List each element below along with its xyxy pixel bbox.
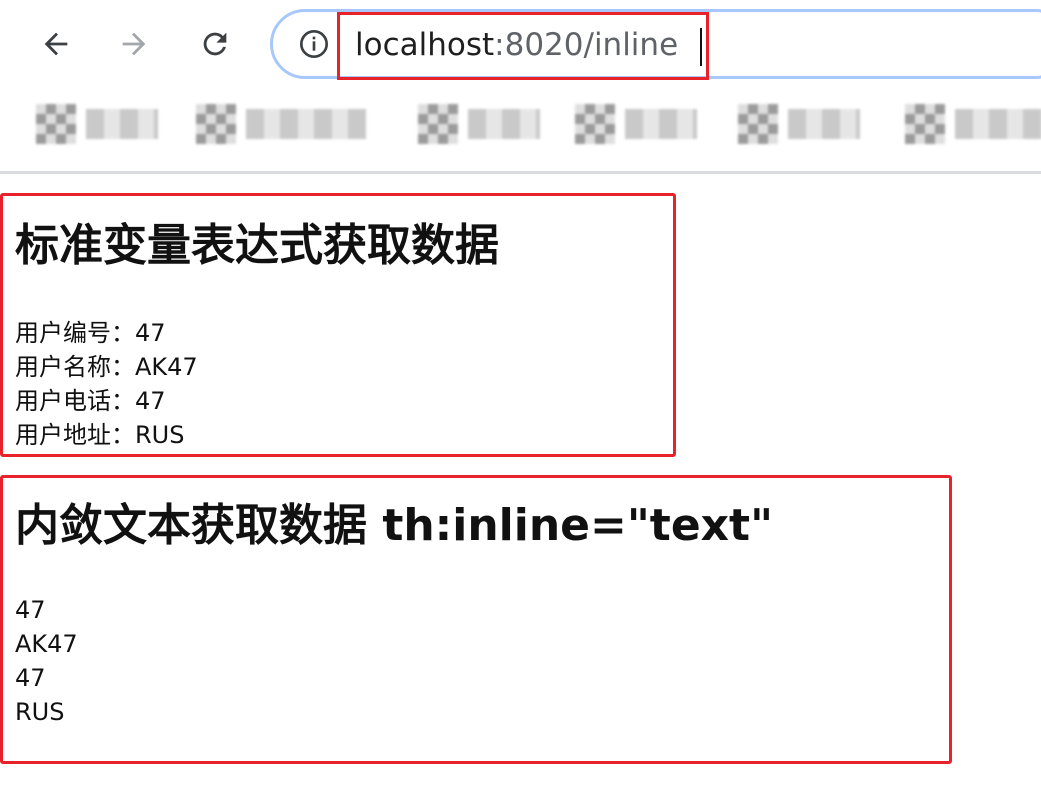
info-icon[interactable] (298, 28, 330, 60)
user-address-line: 用户地址：RUS (15, 421, 185, 449)
toolbar-divider (0, 171, 1041, 174)
value-line: AK47 (15, 630, 78, 658)
blurred-bookmark-icon (905, 104, 945, 144)
url-highlight-box (337, 12, 709, 80)
blurred-bookmark-label (955, 109, 1041, 139)
blurred-bookmark-icon (575, 104, 615, 144)
bookmark-item[interactable] (575, 96, 697, 152)
user-phone-line: 用户电话：47 (15, 387, 166, 415)
arrow-right-icon (122, 32, 146, 56)
blurred-bookmark-label (86, 109, 158, 139)
inline-values-list: 47 AK47 47 RUS (15, 593, 78, 729)
bookmark-item[interactable] (418, 96, 540, 152)
value-line: 47 (15, 596, 46, 624)
blurred-bookmark-label (625, 109, 697, 139)
inline-text-section: 内敛文本获取数据 th:inline="text" 47 AK47 47 RUS (0, 475, 952, 764)
section-title: 内敛文本获取数据 th:inline="text" (15, 500, 774, 551)
reload-button[interactable] (193, 22, 237, 66)
value-line: 47 (15, 664, 46, 692)
value-line: RUS (15, 698, 65, 726)
section-title: 标准变量表达式获取数据 (15, 220, 499, 271)
bookmark-item[interactable] (738, 96, 860, 152)
bookmarks-bar (0, 96, 1041, 156)
bookmark-item[interactable] (36, 96, 158, 152)
reload-icon (203, 32, 227, 56)
blurred-bookmark-label (246, 109, 366, 139)
blurred-bookmark-icon (738, 104, 778, 144)
back-button[interactable] (34, 22, 78, 66)
user-id-line: 用户编号：47 (15, 319, 166, 347)
browser-toolbar: localhost:8020/inline (0, 0, 1041, 92)
bookmark-item[interactable] (196, 96, 366, 152)
arrow-left-icon (44, 32, 68, 56)
blurred-bookmark-icon (36, 104, 76, 144)
blurred-bookmark-icon (196, 104, 236, 144)
blurred-bookmark-label (788, 109, 860, 139)
blurred-bookmark-icon (418, 104, 458, 144)
standard-expression-section: 标准变量表达式获取数据 用户编号：47 用户名称：AK47 用户电话：47 用户… (0, 193, 676, 457)
bookmark-item[interactable] (905, 96, 1041, 152)
forward-button[interactable] (112, 22, 156, 66)
user-info-list: 用户编号：47 用户名称：AK47 用户电话：47 用户地址：RUS (15, 316, 198, 452)
user-name-line: 用户名称：AK47 (15, 353, 198, 381)
blurred-bookmark-label (468, 109, 540, 139)
